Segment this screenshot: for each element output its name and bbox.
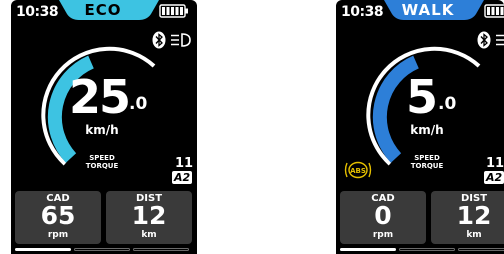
- speed-unit: km/h: [410, 123, 444, 137]
- battery-icon: [159, 4, 188, 18]
- abs-warning-icon: ABS: [344, 161, 372, 179]
- battery-icon: [484, 4, 504, 18]
- cadence-panel: CAD 0 rpm: [340, 191, 426, 244]
- mode-label: WALK: [401, 1, 455, 19]
- walk-display: 10:38 WALK 5 .0 km/h SPEED TORQUE ABS 11…: [336, 0, 504, 254]
- clock: 10:38: [341, 4, 384, 20]
- cadence-value: 0: [374, 201, 392, 230]
- page-dot-1: [15, 248, 71, 251]
- distance-unit: km: [141, 230, 157, 240]
- assist-level: 11: [486, 156, 504, 171]
- page-indicator: [336, 247, 504, 253]
- abs-label: ABS: [350, 167, 366, 175]
- page-dot-2: [399, 248, 455, 251]
- assist-mode-torque: TORQUE: [410, 162, 444, 170]
- distance-value: 12: [456, 201, 492, 230]
- status-bar: 10:38 ECO: [11, 0, 197, 24]
- mode-label: ECO: [84, 1, 122, 19]
- page-dot-1: [340, 248, 396, 251]
- cadence-unit: rpm: [372, 230, 394, 240]
- status-bar: 10:38 WALK: [336, 0, 504, 24]
- assist-mode-speed: SPEED: [414, 154, 440, 162]
- cadence-unit: rpm: [47, 230, 69, 240]
- assist-level: 11: [175, 156, 194, 171]
- page-indicator: [11, 247, 197, 253]
- cadence-value: 65: [40, 201, 76, 230]
- distance-value: 12: [131, 201, 167, 230]
- speed-unit: km/h: [85, 123, 119, 137]
- distance-unit: km: [466, 230, 482, 240]
- page-dot-3: [133, 248, 189, 251]
- assist-badge: A2: [172, 171, 193, 184]
- page-dot-3: [458, 248, 504, 251]
- assist-mode-speed: SPEED: [89, 154, 115, 162]
- page-dot-2: [74, 248, 130, 251]
- speed-decimal: .0: [438, 94, 457, 114]
- distance-panel: DIST 12 km: [431, 191, 504, 244]
- clock: 10:38: [16, 4, 59, 20]
- distance-panel: DIST 12 km: [106, 191, 192, 244]
- speed-value: 25: [69, 70, 131, 124]
- speed-value: 5: [406, 70, 438, 124]
- speed-decimal: .0: [129, 94, 148, 114]
- eco-display: 10:38 ECO 25 .0 km/h SPEED TORQUE 11 A2 …: [11, 0, 197, 254]
- assist-badge: A2: [484, 171, 504, 184]
- assist-mode-torque: TORQUE: [85, 162, 119, 170]
- cadence-panel: CAD 65 rpm: [15, 191, 101, 244]
